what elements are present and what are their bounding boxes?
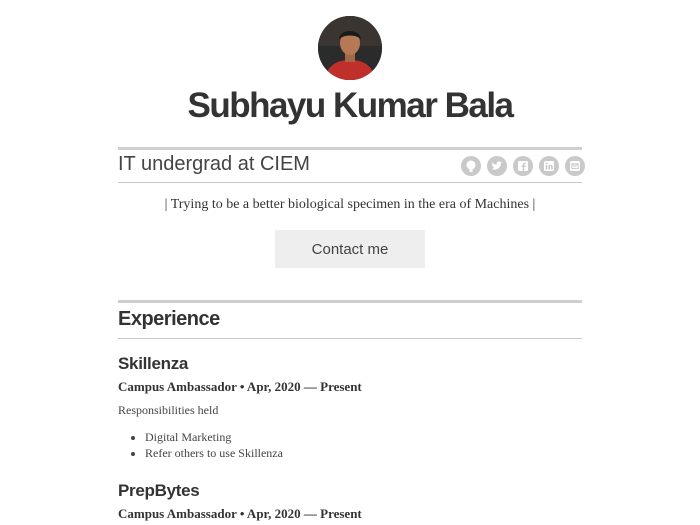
role-line: Campus Ambassador • Apr, 2020 — Present [118, 379, 362, 394]
header-divider-bottom [118, 182, 582, 183]
section-title-experience: Experience [118, 308, 220, 330]
linkedin-icon[interactable] [539, 156, 559, 176]
profile-tagline: IT undergrad at CIEM [118, 153, 310, 175]
twitter-icon[interactable] [487, 156, 507, 176]
email-icon[interactable] [565, 156, 585, 176]
list-item: Digital Marketing [145, 429, 283, 445]
responsibilities-list: Digital Marketing Refer others to use Sk… [118, 429, 283, 461]
company-name: PrepBytes [118, 481, 200, 500]
role-line: Campus Ambassador • Apr, 2020 — Present [118, 506, 362, 521]
github-icon[interactable] [461, 156, 481, 176]
responsibilities-label: Responsibilities held [118, 403, 219, 417]
list-item: Refer others to use Skillenza [145, 445, 283, 461]
company-name: Skillenza [118, 354, 189, 373]
section-divider-top [118, 300, 582, 303]
avatar [318, 16, 382, 80]
contact-button[interactable]: Contact me [275, 230, 425, 268]
profile-quote: | Trying to be a better biological speci… [164, 197, 536, 212]
section-divider-bottom [118, 338, 582, 339]
facebook-icon[interactable] [513, 156, 533, 176]
header-divider-top [118, 147, 582, 150]
profile-name: Subhayu Kumar Bala [187, 86, 514, 125]
